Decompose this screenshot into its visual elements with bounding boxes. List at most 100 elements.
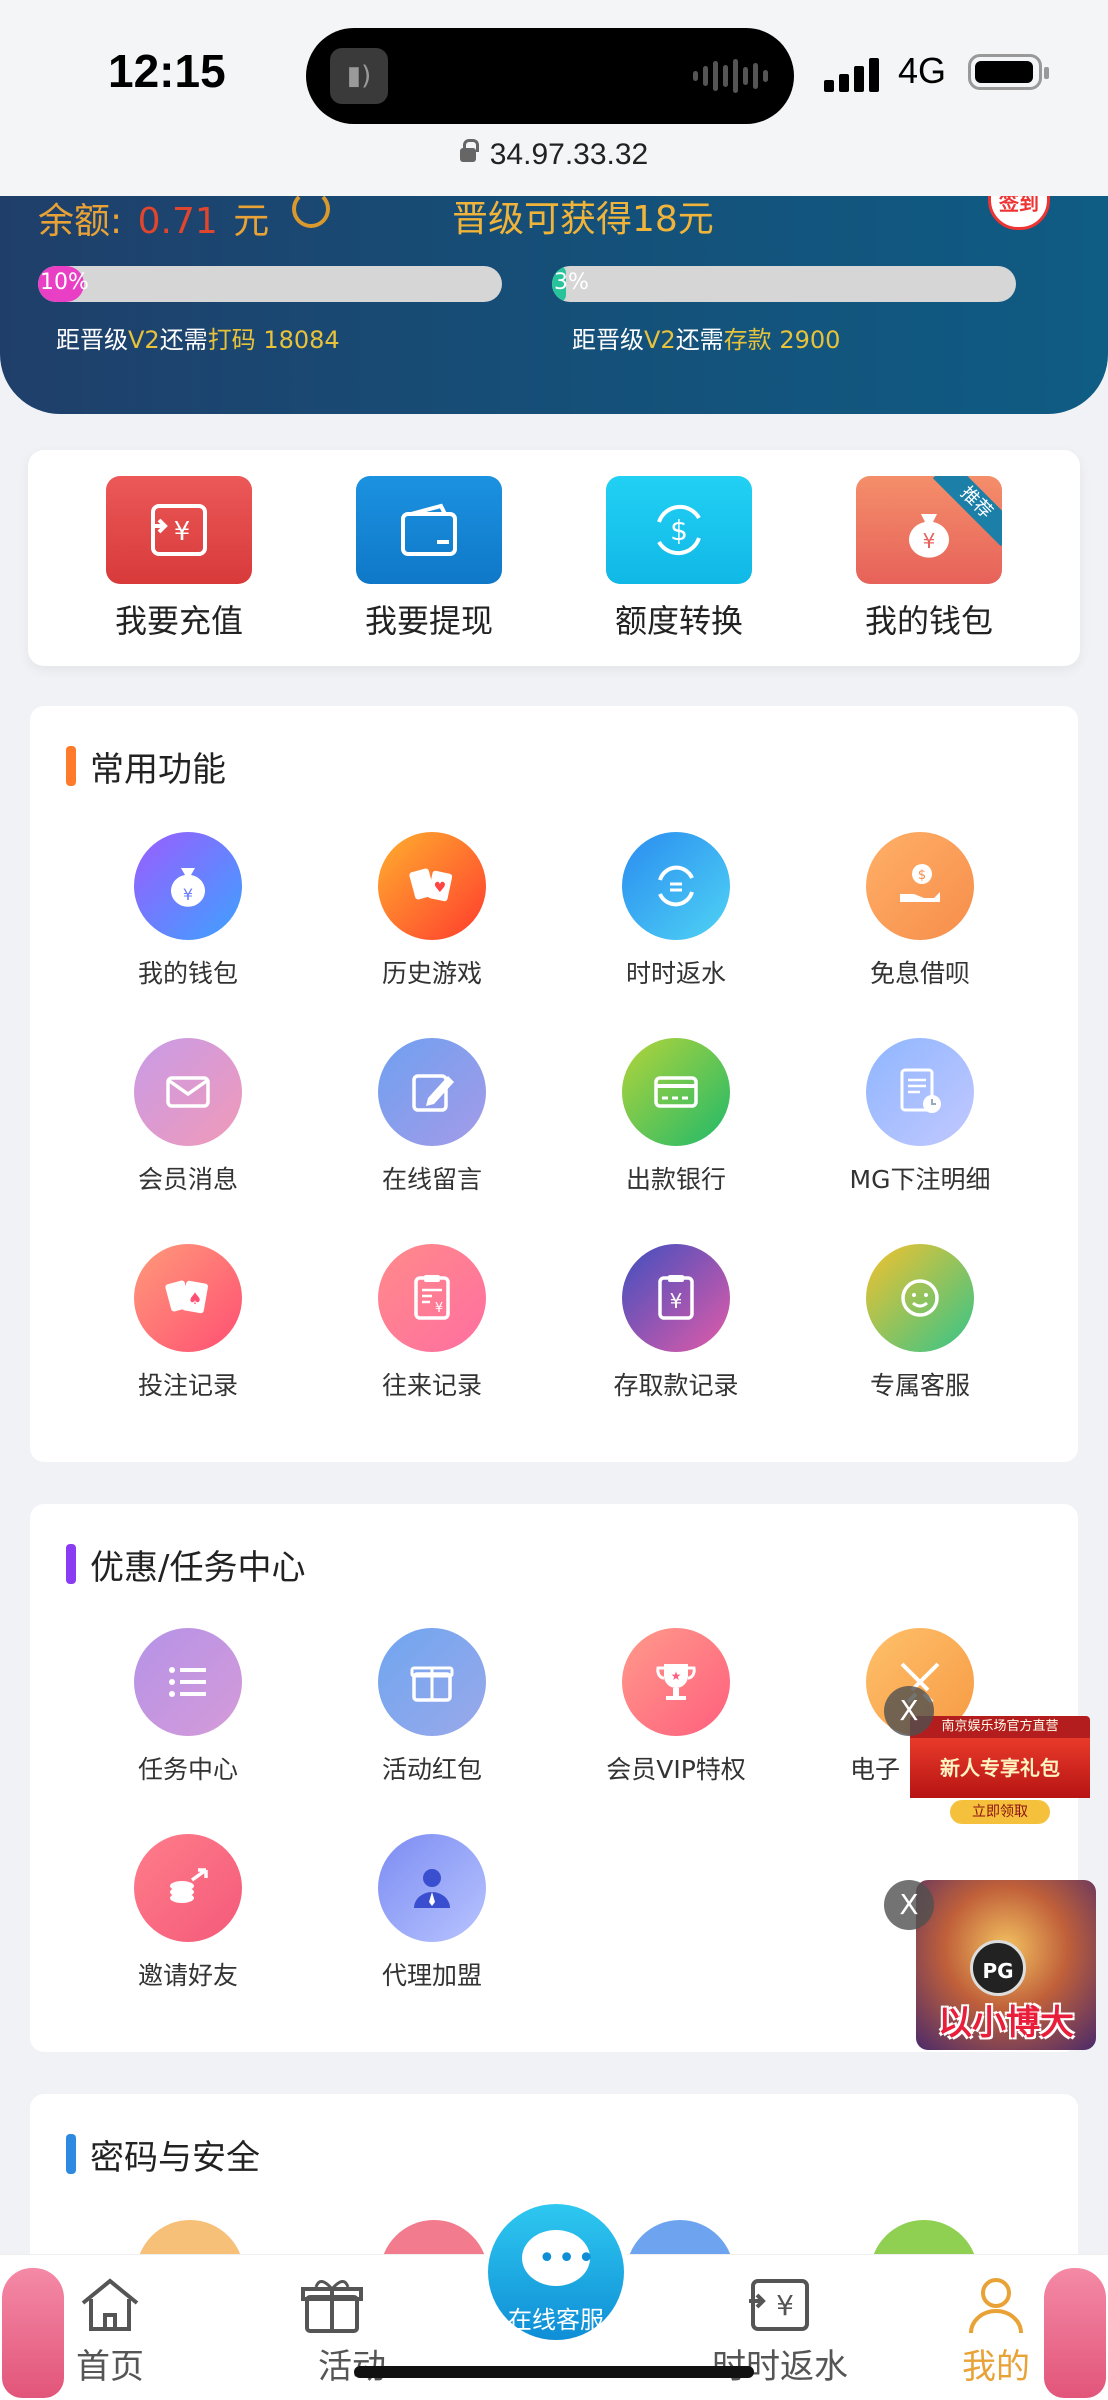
grid-item-label: MG下注明细 [849,1165,991,1194]
money-bag-icon: ¥ [134,832,242,940]
grid-item-vip-privileges[interactable]: ★ 会员VIP特权 [576,1628,776,1786]
grid-item-mg-bets[interactable]: MG下注明细 [820,1038,1020,1196]
pg-logo: PG [970,1940,1026,1996]
svg-text:♥: ♥ [434,880,447,896]
edit-icon [378,1038,486,1146]
progress-percent: 3% [554,270,589,295]
lock-icon [459,139,479,162]
grid-item-red-packet[interactable]: 活动红包 [332,1628,532,1786]
grid-item-label: 专属客服 [869,1371,970,1400]
section-title: 常用功能 [66,742,226,791]
grid-item-feedback[interactable]: 在线留言 [332,1038,532,1196]
transfer-button[interactable]: $ 额度转换 [606,476,752,642]
rebate-icon [622,832,730,940]
chat-dots: ••• [538,2241,598,2276]
ad-top-text: 南京娱乐场官方直营 [910,1716,1090,1738]
grid-item-invite-friends[interactable]: 邀请好友 [88,1834,288,1992]
tab-label: 活动 [318,2347,386,2387]
network-type: 4G [898,50,947,91]
status-bar: 12:15 ▮) 4G 34.97.33.32 [0,0,1108,196]
document-clock-icon [866,1038,974,1146]
ad-main-text: 新人专享礼包 [910,1738,1090,1798]
quick-action-label: 我要提现 [364,602,493,640]
rebate-icon: ¥ [745,2275,815,2335]
grid-item-agent-join[interactable]: 代理加盟 [332,1834,532,1992]
home-indicator[interactable] [354,2366,754,2378]
progress-percent: 10% [40,270,89,295]
home-icon [75,2275,145,2335]
svg-text:♠: ♠ [188,1289,202,1308]
newbie-gift-ad[interactable]: 南京娱乐场官方直营 新人专享礼包 立即领取 [910,1716,1090,1828]
grid-item-label: 存取款记录 [613,1371,739,1400]
pg-game-ad[interactable]: PG 以小博大 [916,1880,1096,2050]
agent-icon [378,1834,486,1942]
svg-text:¥: ¥ [174,517,191,547]
grid-item-customer-service[interactable]: 专属客服 [820,1244,1020,1402]
grid-item-history-games[interactable]: ♥ 历史游戏 [332,832,532,990]
quick-action-label: 额度转换 [614,602,743,640]
grid-item-rebate[interactable]: 时时返水 [576,832,776,990]
withdraw-button[interactable]: 我要提现 [356,476,502,642]
svg-text:$: $ [918,868,926,883]
req-mid: 还需 [159,326,208,354]
req-amount: 2900 [779,326,841,354]
svg-text:¥: ¥ [435,1301,443,1316]
grid-item-label: 投注记录 [137,1371,238,1400]
my-wallet-button[interactable]: ¥ 推荐 我的钱包 [856,476,1002,642]
ad-claim-button[interactable]: 立即领取 [950,1800,1050,1824]
req-level: V2 [128,326,160,354]
grid-item-deposit-withdraw-records[interactable]: ¥ 存取款记录 [576,1244,776,1402]
list-icon [134,1628,242,1736]
gift-icon [378,1628,486,1736]
status-time: 12:15 [108,45,226,97]
svg-text:$: $ [670,514,688,547]
grid-item-bet-records[interactable]: ♠ 投注记录 [88,1244,288,1402]
speaker-icon: ▮) [330,48,388,104]
grid-item-transaction-records[interactable]: ¥ 往来记录 [332,1244,532,1402]
grid-item-label: 我的钱包 [137,959,238,988]
url-text: 34.97.33.32 [489,138,649,171]
user-icon [961,2275,1031,2335]
section-title: 密码与安全 [66,2130,260,2179]
grid-item-bank[interactable]: 出款银行 [576,1038,776,1196]
grid-item-label: 活动红包 [381,1755,482,1784]
poker-icon: ♠ [134,1244,242,1352]
withdraw-wallet-icon [356,476,502,584]
grid-item-task-center[interactable]: 任务中心 [88,1628,288,1786]
grid-item-label: 会员消息 [137,1165,238,1194]
close-ad-button[interactable]: X [884,1880,934,1930]
quick-actions-card: ¥ 我要充值 我要提现 $ 额度转换 ¥ 推荐 我的钱包 [28,450,1080,666]
transfer-icon: $ [606,476,752,584]
online-service-button[interactable]: ••• 在线客服 [482,2198,630,2346]
grid-item-label: 在线留言 [381,1165,482,1194]
grid-item-wallet[interactable]: ¥ 我的钱包 [88,832,288,990]
svg-text:¥: ¥ [923,529,936,553]
address-bar[interactable]: 34.97.33.32 [0,138,1108,172]
dynamic-island: ▮) [306,28,794,124]
svg-text:¥: ¥ [670,1289,683,1313]
cards-icon: ♥ [378,832,486,940]
mail-icon [134,1038,242,1146]
loan-icon: $ [866,832,974,940]
grid-item-label: 会员VIP特权 [606,1755,746,1784]
ad-slogan: 以小博大 [938,2003,1074,2043]
online-service-label: 在线客服 [508,2306,604,2334]
grid-item-label: 代理加盟 [381,1961,482,1990]
tab-label: 时时返水 [712,2347,848,2387]
clipboard-money-icon: ¥ [622,1244,730,1352]
grid-item-label: 免息借呗 [869,959,970,988]
grid-item-loan[interactable]: $ 免息借呗 [820,832,1020,990]
balance: 余额: 0.71 元 [38,192,269,244]
balance-unit: 元 [233,201,270,242]
close-ad-button[interactable]: X [884,1686,934,1736]
deposit-button[interactable]: ¥ 我要充值 [106,476,252,642]
clipboard-yen-icon: ¥ [378,1244,486,1352]
grid-item-messages[interactable]: 会员消息 [88,1038,288,1196]
req-kind: 打码 [207,326,256,354]
upgrade-promo: 晋级可获得18元 [452,199,714,240]
grid-item-label: 出款银行 [625,1165,726,1194]
invite-icon [134,1834,242,1942]
battery-icon [968,54,1049,90]
svg-text:★: ★ [671,1669,682,1683]
deposit-progress-bar: 3% [552,266,1016,302]
